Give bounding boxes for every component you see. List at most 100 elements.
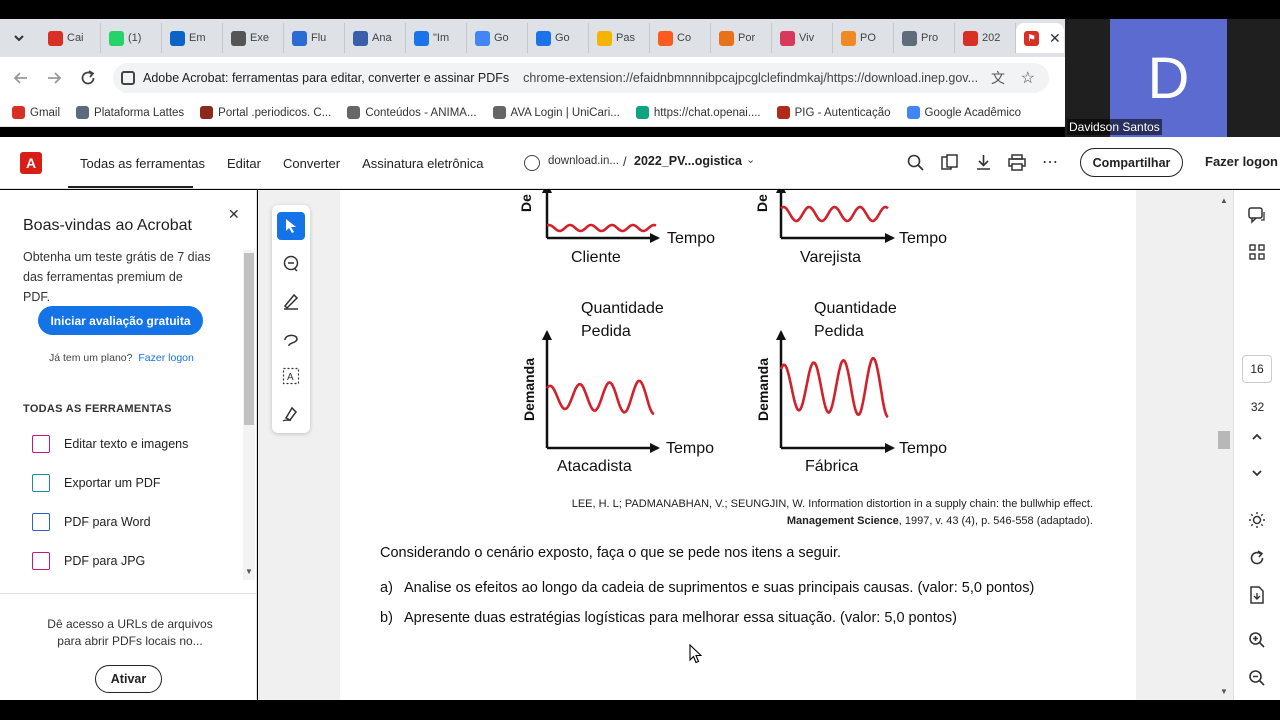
address-bar[interactable]: Adobe Acrobat: ferramentas para editar, … bbox=[113, 63, 1049, 93]
bookmark-1[interactable]: Plataforma Lattes bbox=[76, 106, 184, 119]
citation-line1: LEE, H. L; PADMANABHAN, V.; SEUNGJIN, W.… bbox=[571, 498, 1093, 510]
current-page-box[interactable]: 16 bbox=[1242, 355, 1272, 383]
acrobat-nav-3[interactable]: Assinatura eletrônica bbox=[362, 156, 483, 171]
breadcrumb-host[interactable]: download.in... bbox=[548, 155, 619, 167]
bookmark-0[interactable]: Gmail bbox=[12, 106, 60, 119]
tab-search-chevron-icon[interactable] bbox=[6, 25, 32, 51]
tool-item-0[interactable]: Editar texto e imagens bbox=[32, 435, 188, 453]
next-page-icon[interactable] bbox=[1247, 463, 1267, 483]
panel-scrollbar[interactable]: ▼ bbox=[243, 250, 255, 580]
tab-7[interactable]: Go bbox=[467, 23, 528, 53]
tab-10[interactable]: Co bbox=[650, 23, 711, 53]
extract-page-icon[interactable] bbox=[1247, 585, 1267, 605]
tab-12[interactable]: Viv bbox=[772, 23, 833, 53]
tool-item-1[interactable]: Exportar um PDF bbox=[32, 474, 161, 492]
tab-label: (1) bbox=[128, 32, 142, 44]
brightness-icon[interactable] bbox=[1247, 510, 1267, 530]
bookmark-star-icon[interactable]: ☆ bbox=[1021, 68, 1035, 88]
zoom-in-icon[interactable] bbox=[1247, 630, 1267, 650]
tab-close-icon[interactable]: ✕ bbox=[1049, 30, 1061, 47]
tab-11[interactable]: Por bbox=[711, 23, 772, 53]
zoom-out-icon[interactable] bbox=[1247, 668, 1267, 688]
panel-login-link[interactable]: Fazer logon bbox=[138, 352, 193, 364]
activate-button[interactable]: Ativar bbox=[95, 665, 162, 693]
doc-scroll-thumb[interactable] bbox=[1218, 431, 1230, 449]
tab-14[interactable]: Pro bbox=[894, 23, 955, 53]
reload-icon[interactable] bbox=[79, 69, 97, 87]
site-title: Adobe Acrobat: ferramentas para editar, … bbox=[143, 71, 510, 85]
bookmark-7[interactable]: Google Acadêmico bbox=[906, 106, 1022, 119]
outlook-icon bbox=[170, 30, 185, 46]
tool-label: PDF para Word bbox=[64, 515, 151, 529]
video-tile: D Davidson Santos bbox=[1065, 19, 1280, 137]
tab-8[interactable]: Go bbox=[528, 23, 589, 53]
back-icon[interactable] bbox=[12, 69, 30, 87]
comments-panel-icon[interactable] bbox=[1247, 205, 1267, 225]
right-rail: 16 32 bbox=[1233, 190, 1280, 700]
select-tool-icon[interactable] bbox=[277, 212, 305, 240]
bookmark-2[interactable]: Portal .periodicos. C... bbox=[200, 106, 331, 119]
download-icon[interactable] bbox=[975, 154, 992, 174]
tab-label: Go bbox=[494, 32, 509, 44]
tab-15[interactable]: 202 bbox=[955, 23, 1016, 53]
acrobat-nav-1[interactable]: Editar bbox=[227, 156, 261, 171]
doc-scroll-up-icon[interactable]: ▲ bbox=[1220, 196, 1228, 205]
acrobat-logo-icon: A bbox=[20, 152, 42, 174]
calendar-icon bbox=[536, 30, 551, 46]
bookmark-favicon-icon bbox=[12, 106, 25, 119]
text-select-tool-icon[interactable]: A bbox=[277, 362, 305, 390]
extension-icon[interactable] bbox=[121, 71, 135, 85]
forward-icon[interactable] bbox=[45, 69, 63, 87]
tab-6[interactable]: "Im bbox=[406, 23, 467, 53]
diagram-icon bbox=[292, 30, 307, 46]
record-icon bbox=[658, 30, 673, 46]
translate-icon[interactable]: 文 bbox=[991, 68, 1005, 88]
search-icon[interactable] bbox=[907, 154, 924, 174]
tab-label: PO bbox=[860, 32, 876, 44]
tab-1[interactable]: (1) bbox=[101, 23, 162, 53]
panel-close-icon[interactable]: ✕ bbox=[228, 206, 240, 223]
url-text[interactable]: chrome-extension://efaidnbmnnnibpcajpcgl… bbox=[523, 71, 978, 85]
bookmark-3[interactable]: Conteúdos - ANIMA... bbox=[347, 106, 477, 119]
pdf-icon: ⚑ bbox=[1024, 30, 1039, 46]
acrobat-nav-0[interactable]: Todas as ferramentas bbox=[80, 156, 205, 171]
share-button[interactable]: Compartilhar bbox=[1080, 148, 1183, 177]
breadcrumb-file[interactable]: 2022_PV...ogistica bbox=[634, 154, 742, 168]
demand-curve-factory bbox=[779, 356, 889, 419]
page-thumbnails-icon[interactable] bbox=[941, 154, 959, 174]
print-icon[interactable] bbox=[1008, 154, 1026, 174]
rotate-icon[interactable] bbox=[1247, 548, 1267, 568]
bookmark-label: Google Acadêmico bbox=[924, 106, 1022, 119]
tab-0[interactable]: Cai bbox=[40, 23, 101, 53]
citation-rest: , 1997, v. 43 (4), p. 546-558 (adaptado)… bbox=[898, 515, 1093, 527]
more-options-icon[interactable]: ⋯ bbox=[1042, 152, 1058, 172]
comment-tool-icon[interactable] bbox=[277, 250, 305, 278]
bookmark-6[interactable]: PIG - Autenticação bbox=[776, 106, 891, 119]
highlight-tool-icon[interactable] bbox=[277, 287, 305, 315]
scrollbar-thumb[interactable] bbox=[244, 253, 254, 425]
tool-item-3[interactable]: PDF para JPG bbox=[32, 552, 145, 570]
tab-2[interactable]: Em bbox=[162, 23, 223, 53]
tab-3[interactable]: Exe bbox=[223, 23, 284, 53]
scroll-down-icon[interactable]: ▼ bbox=[245, 567, 253, 576]
tool-item-2[interactable]: PDF para Word bbox=[32, 513, 151, 531]
tab-9[interactable]: Pas bbox=[589, 23, 650, 53]
bookmark-4[interactable]: AVA Login | UniCari... bbox=[492, 106, 620, 119]
apps-grid-icon[interactable] bbox=[1247, 242, 1267, 262]
sign-tool-icon[interactable] bbox=[277, 399, 305, 427]
bookmark-5[interactable]: https://chat.openai.... bbox=[635, 106, 761, 119]
acrobat-nav-2[interactable]: Converter bbox=[283, 156, 340, 171]
pdf-icon bbox=[963, 30, 978, 46]
tab-5[interactable]: Ana bbox=[345, 23, 406, 53]
tab-13[interactable]: PO bbox=[833, 23, 894, 53]
tab-4[interactable]: Flu bbox=[284, 23, 345, 53]
previous-page-icon[interactable] bbox=[1247, 427, 1267, 447]
login-link[interactable]: Fazer logon bbox=[1205, 154, 1278, 169]
doc-scroll-down-icon[interactable]: ▼ bbox=[1220, 687, 1228, 696]
start-trial-button[interactable]: Iniciar avaliação gratuita bbox=[38, 306, 203, 335]
document-scrollbar[interactable]: ▲ ▼ bbox=[1216, 190, 1232, 700]
tab-active[interactable]: ⚑ ✕ bbox=[1016, 23, 1064, 53]
breadcrumb-chevron-icon[interactable]: ⌄ bbox=[746, 153, 755, 166]
gmail-icon bbox=[48, 30, 63, 46]
draw-tool-icon[interactable] bbox=[277, 325, 305, 353]
